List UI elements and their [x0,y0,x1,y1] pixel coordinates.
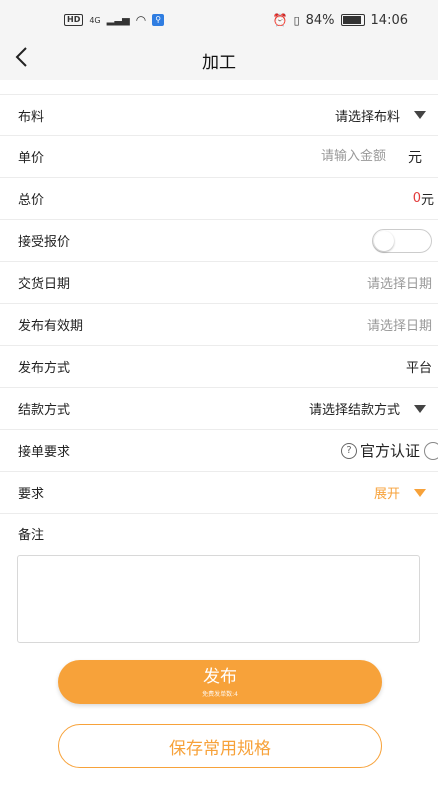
publish-method-value: 平台 [405,361,432,376]
notification-icon: ⚲ [152,14,165,26]
fabric-value: 请选择布料 [334,109,400,125]
wifi-icon: ◠ [135,13,147,27]
chevron-left-icon [14,45,28,75]
official-cert-label: 官方认证 [359,442,420,460]
requirement-row[interactable]: 要求 展开 [0,472,438,514]
signal-icon: ▂▃▅ [106,14,130,26]
payment-method-select[interactable]: 请选择结款方式 [309,399,438,418]
publish-button[interactable]: 发布 免费发单数:4 [58,660,382,704]
unit-price-row: 单价 元 [0,136,438,178]
official-cert-radio[interactable] [424,441,438,460]
caret-down-icon [414,488,426,497]
accept-quote-label: 接受报价 [18,235,71,250]
toggle-knob [374,230,394,251]
status-left: HD 4G ▂▃▅ ◠ ⚲ [64,13,165,27]
total-price-label: 总价 [18,193,45,208]
payment-method-label: 结款方式 [18,403,71,418]
payment-method-value: 请选择结款方式 [308,403,400,418]
requirement-expand[interactable]: 展开 [374,483,438,502]
battery-percent: 84% [305,12,335,28]
payment-method-row[interactable]: 结款方式 请选择结款方式 [0,388,438,430]
publish-label: 发布 [203,667,237,687]
network-label: 4G [89,15,101,25]
validity-date-row[interactable]: 发布有效期 请选择日期 [0,304,438,346]
caret-down-icon [414,404,426,413]
accept-quote-row: 接受报价 [0,220,438,262]
unit-price-unit: 元 [408,149,422,166]
vibrate-icon: ▯ [293,13,300,27]
validity-date-value[interactable]: 请选择日期 [367,315,432,334]
help-icon[interactable]: ? [340,442,357,459]
accept-quote-toggle[interactable] [372,228,432,253]
total-price-unit: 元 [420,193,434,208]
hd-badge: HD [64,14,84,26]
unit-price-label: 单价 [18,151,45,166]
notes-textarea[interactable] [17,555,420,643]
order-requirement-row: 接单要求 ? 官方认证 [0,430,438,472]
battery-icon [340,14,365,26]
publish-method-label: 发布方式 [18,361,71,376]
status-right: ⏰ ▯ 84% 14:06 [273,13,408,28]
total-price-amount: 0 [412,191,421,206]
processing-form: 布料 请选择布料 单价 元 总价 0 元 接受报价 交货日期 请选择日期 [0,94,438,514]
delivery-date-row[interactable]: 交货日期 请选择日期 [0,262,438,304]
unit-price-input[interactable] [264,148,388,165]
fabric-label: 布料 [18,109,45,125]
notes-label: 备注 [18,528,45,543]
page-title: 加工 [202,52,236,73]
delivery-date-value[interactable]: 请选择日期 [367,273,432,292]
delivery-date-label: 交货日期 [18,277,71,292]
expand-label: 展开 [373,487,400,502]
total-price-row: 总价 0 元 [0,178,438,220]
back-button[interactable] [14,40,44,80]
status-bar: HD 4G ▂▃▅ ◠ ⚲ ⏰ ▯ 84% 14:06 [0,0,438,40]
validity-date-label: 发布有效期 [18,319,84,334]
caret-down-icon [414,111,426,119]
fabric-select[interactable]: 请选择布料 [335,106,438,125]
fabric-row[interactable]: 布料 请选择布料 [0,94,438,136]
clock: 14:06 [370,12,408,28]
free-orders-remaining: 免费发单数:4 [202,691,238,698]
publish-method-row: 发布方式 平台 [0,346,438,388]
total-price-value: 0 元 [413,189,438,208]
alarm-icon: ⏰ [272,13,288,27]
save-spec-button[interactable]: 保存常用规格 [58,724,382,768]
requirement-label: 要求 [18,487,45,502]
order-requirement-label: 接单要求 [18,445,71,460]
nav-header: 加工 [0,40,438,80]
unit-price-field: 元 [264,147,438,167]
